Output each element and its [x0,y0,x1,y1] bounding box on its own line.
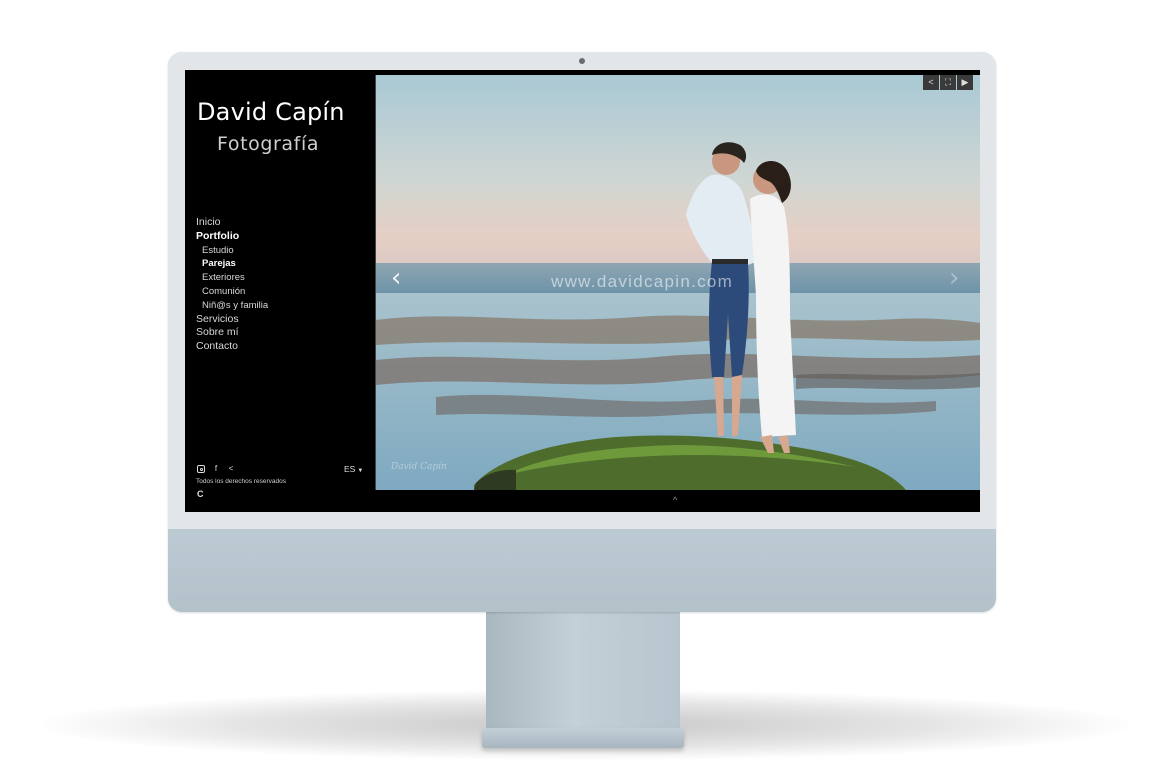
scroll-up-icon[interactable]: ^ [673,495,677,505]
caret-down-icon: ▼ [357,468,364,474]
share-icon[interactable]: < [923,75,939,90]
nav-item[interactable]: Portfolio [196,230,268,244]
camera-icon [579,58,585,64]
next-photo-button[interactable]: › [949,265,959,291]
gallery-toolbar: < ⛶ ▶ [923,75,973,90]
fullscreen-icon[interactable]: ⛶ [940,75,956,90]
site-subtitle[interactable]: Fotografía [217,133,319,155]
language-selector[interactable]: ES ▼ [344,464,363,474]
nav-item[interactable]: Parejas [196,257,268,271]
monitor-stand-neck [486,610,680,730]
sidebar: David Capín Fotografía Inicio Portfolio Es… [185,70,375,512]
previous-photo-button[interactable]: ‹ [391,265,401,291]
nav-item[interactable]: Exteriores [196,271,268,285]
watermark-text: www.davidcapin.com [551,272,734,291]
instagram-icon[interactable] [197,465,205,473]
copyright-logo: C [197,489,204,499]
screen: David Capín Fotografía Inicio Portfolio Es… [185,70,980,512]
nav-item[interactable]: Niñ@s y familia [196,299,268,313]
rights-text: Todos los derechos reservados [196,478,286,485]
main-nav: Inicio Portfolio Estudio Parejas Exteriores C… [196,216,268,354]
monitor-chin [168,529,996,612]
share-icon[interactable]: < [227,465,235,473]
facebook-icon[interactable]: f [212,465,220,473]
nav-item[interactable]: Comunión [196,285,268,299]
play-icon[interactable]: ▶ [957,75,973,90]
nav-item[interactable]: Servicios [196,313,268,327]
nav-item[interactable]: Contacto [196,340,268,354]
nav-item[interactable]: Estudio [196,244,268,258]
language-label: ES [344,464,356,474]
photographer-signature: David Capín [391,462,447,472]
nav-item[interactable]: Sobre mí [196,326,268,340]
social-links: f < [197,465,235,473]
site-name[interactable]: David Capín [197,98,375,126]
nav-item[interactable]: Inicio [196,216,268,230]
monitor: David Capín Fotografía Inicio Portfolio Es… [168,52,996,612]
monitor-stand-base [482,728,684,748]
